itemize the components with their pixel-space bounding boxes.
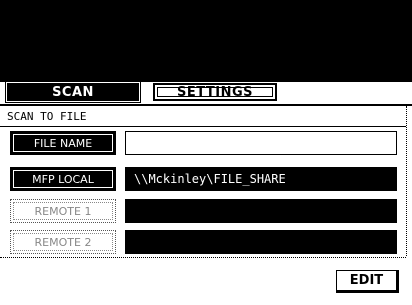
remote-2-button: REMOTE 2 bbox=[10, 230, 116, 254]
tab-settings[interactable]: SETTINGS bbox=[153, 83, 277, 101]
panel-top-divider bbox=[0, 104, 412, 106]
mfp-local-button[interactable]: MFP LOCAL bbox=[10, 167, 116, 191]
mfp-local-path-field: \\Mckinley\FILE_SHARE bbox=[125, 167, 397, 191]
tab-scan-label: SCAN bbox=[52, 84, 94, 100]
tab-scan[interactable]: SCAN bbox=[5, 81, 141, 103]
header-band bbox=[0, 0, 412, 82]
mfp-local-button-label: MFP LOCAL bbox=[32, 172, 94, 186]
remote-2-button-label: REMOTE 2 bbox=[34, 235, 92, 249]
file-name-button[interactable]: FILE NAME bbox=[10, 131, 116, 155]
footer-divider bbox=[0, 257, 406, 258]
remote-1-field bbox=[125, 199, 397, 223]
title-divider bbox=[0, 126, 406, 127]
tab-settings-label: SETTINGS bbox=[176, 84, 254, 100]
remote-1-button: REMOTE 1 bbox=[10, 199, 116, 223]
remote-2-field bbox=[125, 230, 397, 254]
file-name-button-label: FILE NAME bbox=[33, 136, 93, 150]
panel-right-edge bbox=[406, 106, 407, 256]
edit-button[interactable]: EDIT bbox=[336, 270, 399, 293]
section-title: SCAN TO FILE bbox=[7, 110, 87, 123]
remote-1-button-label: REMOTE 1 bbox=[34, 204, 92, 218]
file-name-field[interactable] bbox=[125, 131, 397, 155]
edit-button-label: EDIT bbox=[349, 273, 384, 288]
